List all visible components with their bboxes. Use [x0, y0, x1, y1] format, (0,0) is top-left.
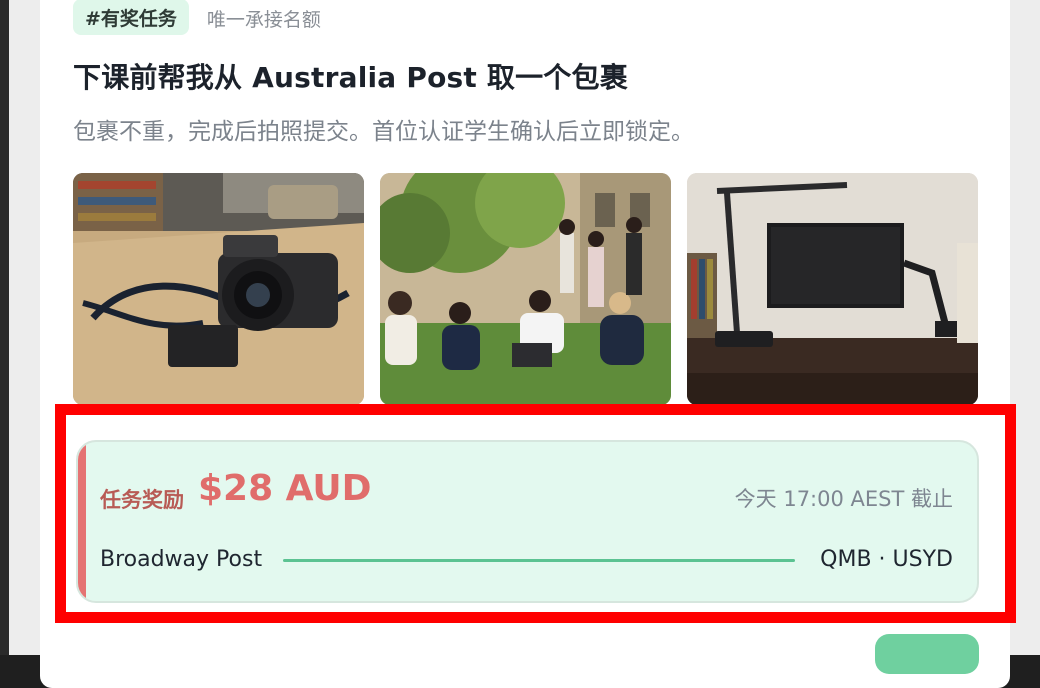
highlight-box — [55, 404, 1016, 623]
screen: #有奖任务 唯一承接名额 下课前帮我从 Australia Post 取一个包裹… — [0, 0, 1040, 688]
campus-students-photo[interactable] — [380, 173, 671, 405]
accept-button[interactable] — [875, 634, 979, 674]
camera-photo[interactable] — [73, 173, 364, 405]
tag-single-slot: 唯一承接名额 — [206, 8, 321, 31]
tag-reward-task[interactable]: #有奖任务 — [73, 0, 189, 35]
desk-monitor-photo[interactable] — [687, 173, 978, 405]
window-edge — [0, 0, 9, 655]
photo-gallery — [73, 173, 979, 405]
task-title: 下课前帮我从 Australia Post 取一个包裹 — [73, 61, 628, 94]
task-description: 包裹不重，完成后拍照提交。首位认证学生确认后立即锁定。 — [73, 119, 694, 145]
tag-row: #有奖任务 唯一承接名额 — [73, 0, 321, 36]
